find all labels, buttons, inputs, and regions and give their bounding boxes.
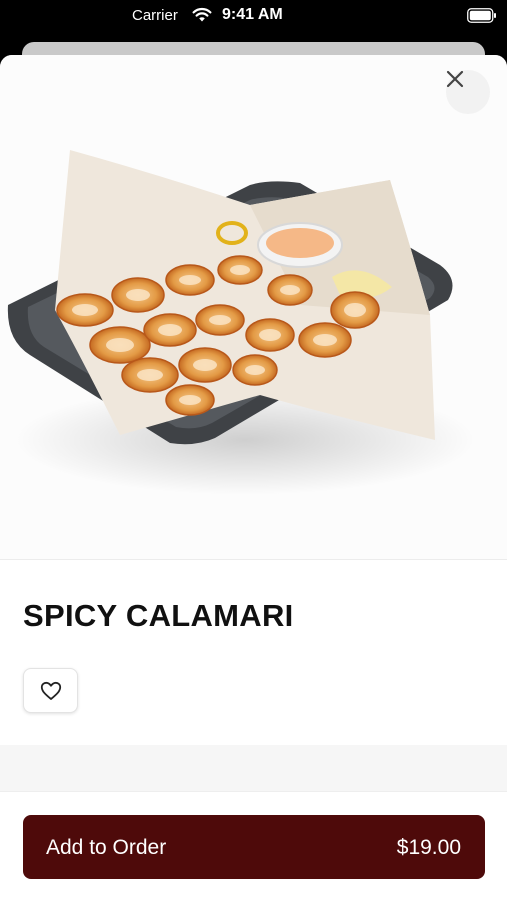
status-bar: Carrier 9:41 AM — [0, 0, 507, 32]
wifi-icon — [192, 7, 212, 22]
section-divider — [0, 745, 507, 791]
add-to-order-label: Add to Order — [46, 836, 167, 859]
carrier-label: Carrier — [132, 7, 178, 24]
heart-outline-icon — [40, 681, 61, 700]
battery-icon — [467, 8, 496, 23]
favorite-button[interactable] — [23, 668, 78, 713]
calamari-basket-image — [7, 150, 475, 495]
clock-time: 9:41 AM — [222, 6, 283, 23]
add-to-order-button[interactable]: Add to Order $19.00 — [23, 815, 485, 879]
close-icon — [446, 70, 464, 88]
item-title: SPICY CALAMARI — [23, 598, 294, 633]
close-button[interactable] — [446, 70, 490, 114]
item-photo — [0, 55, 507, 560]
item-price: $19.00 — [396, 836, 461, 859]
item-detail-sheet: SPICY CALAMARI Add to Order $19.00 — [0, 55, 507, 900]
order-footer: Add to Order $19.00 — [0, 791, 507, 900]
